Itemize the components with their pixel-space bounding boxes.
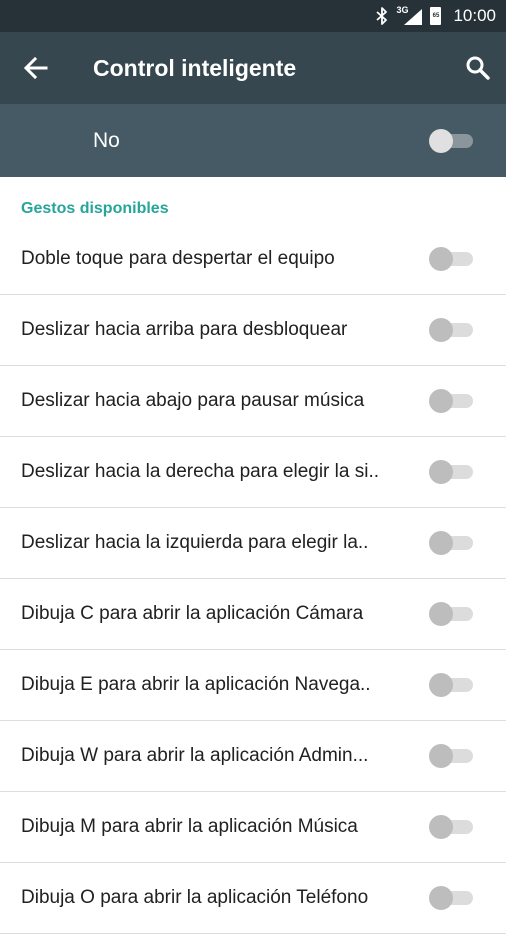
master-switch[interactable] [429, 129, 473, 153]
switch-thumb [429, 318, 453, 342]
master-toggle-label: No [93, 129, 120, 152]
gesture-label: Deslizar hacia la izquierda para elegir … [21, 532, 369, 553]
gesture-switch[interactable] [429, 531, 473, 555]
switch-thumb [429, 460, 453, 484]
arrow-back-icon [23, 56, 48, 80]
bluetooth-icon [376, 7, 388, 25]
list-item[interactable]: Deslizar hacia la derecha para elegir la… [0, 437, 506, 508]
switch-thumb [429, 815, 453, 839]
battery-icon: 65 [430, 7, 442, 25]
search-icon [466, 56, 490, 80]
signal-strength-icon [404, 9, 423, 25]
switch-thumb [429, 744, 453, 768]
section-header: Gestos disponibles [21, 200, 169, 217]
list-item[interactable]: Dibuja C para abrir la aplicación Cámara [0, 579, 506, 650]
page-title: Control inteligente [93, 55, 297, 81]
gesture-switch[interactable] [429, 247, 473, 271]
switch-thumb [429, 886, 453, 910]
status-icons: 3G 65 10:00 [376, 0, 496, 32]
gesture-switch[interactable] [429, 389, 473, 413]
gesture-label: Doble toque para despertar el equipo [21, 248, 335, 269]
gesture-switch[interactable] [429, 815, 473, 839]
gesture-label: Dibuja E para abrir la aplicación Navega… [21, 674, 371, 695]
gesture-label: Deslizar hacia abajo para pausar música [21, 390, 365, 411]
gesture-switch[interactable] [429, 318, 473, 342]
gesture-switch[interactable] [429, 460, 473, 484]
gesture-switch[interactable] [429, 886, 473, 910]
search-button[interactable] [464, 54, 492, 82]
master-toggle-row[interactable]: No [0, 104, 506, 177]
list-item[interactable]: Dibuja W para abrir la aplicación Admin.… [0, 721, 506, 792]
status-time: 10:00 [453, 6, 496, 25]
gesture-label: Dibuja O para abrir la aplicación Teléfo… [21, 887, 369, 908]
gesture-label: Dibuja W para abrir la aplicación Admin.… [21, 745, 369, 766]
switch-thumb [429, 247, 453, 271]
battery-level-label: 65 [432, 13, 440, 19]
gesture-label: Dibuja M para abrir la aplicación Música [21, 816, 358, 837]
back-button[interactable] [20, 54, 52, 82]
gesture-label: Deslizar hacia arriba para desbloquear [21, 319, 348, 340]
gesture-switch[interactable] [429, 602, 473, 626]
list-item[interactable]: Doble toque para despertar el equipo [0, 224, 506, 295]
gesture-list: Doble toque para despertar el equipo Desl… [0, 224, 506, 934]
switch-thumb [429, 531, 453, 555]
switch-thumb [429, 602, 453, 626]
switch-thumb [429, 389, 453, 413]
list-item[interactable]: Dibuja M para abrir la aplicación Música [0, 792, 506, 863]
list-item[interactable]: Deslizar hacia la izquierda para elegir … [0, 508, 506, 579]
gesture-switch[interactable] [429, 673, 473, 697]
switch-thumb [429, 673, 453, 697]
switch-thumb [429, 129, 453, 153]
app-toolbar: Control inteligente [0, 32, 506, 104]
gesture-label: Deslizar hacia la derecha para elegir la… [21, 461, 380, 482]
status-bar: 3G 65 10:00 [0, 0, 506, 32]
list-item[interactable]: Deslizar hacia abajo para pausar música [0, 366, 506, 437]
gesture-switch[interactable] [429, 744, 473, 768]
list-item[interactable]: Deslizar hacia arriba para desbloquear [0, 295, 506, 366]
list-item[interactable]: Dibuja E para abrir la aplicación Navega… [0, 650, 506, 721]
signal-indicator: 3G [396, 5, 423, 26]
gesture-label: Dibuja C para abrir la aplicación Cámara [21, 603, 364, 624]
